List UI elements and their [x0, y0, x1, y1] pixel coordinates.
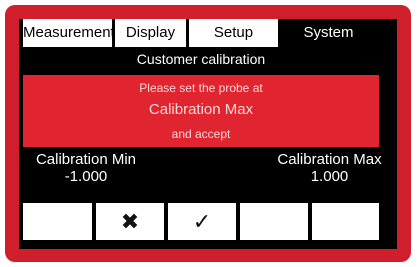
- close-icon: ✖: [120, 209, 140, 234]
- calibration-max-label: Calibration Max: [277, 151, 382, 168]
- tab-bar: Measurement Display Setup System: [23, 19, 379, 47]
- calibration-min: Calibration Min -1.000: [31, 151, 141, 185]
- instruction-line-3: and accept: [171, 127, 231, 141]
- checkmark-icon: ✓: [192, 209, 212, 234]
- tab-system[interactable]: System: [278, 19, 379, 47]
- softkey-4[interactable]: [240, 203, 308, 240]
- calibration-max: Calibration Max 1.000: [267, 151, 392, 185]
- instruction-line-2: Calibration Max: [148, 101, 254, 118]
- screen-title: Customer calibration: [136, 51, 266, 67]
- softkey-5[interactable]: [312, 203, 379, 240]
- instruction-line-1: Please set the probe at: [139, 81, 263, 95]
- device-frame: Measurement Display Setup System Custome…: [5, 5, 411, 262]
- tab-setup[interactable]: Setup: [186, 19, 278, 47]
- tab-measurement[interactable]: Measurement: [23, 19, 115, 47]
- instruction-banner: Please set the probe at Calibration Max …: [23, 75, 379, 147]
- calibration-max-value: 1.000: [310, 168, 349, 185]
- softkey-1[interactable]: [23, 203, 92, 240]
- cancel-button[interactable]: ✖: [96, 203, 164, 240]
- tab-display[interactable]: Display: [112, 19, 186, 47]
- softkey-bar: ✖ ✓: [23, 203, 379, 240]
- calibration-min-label: Calibration Min: [35, 151, 137, 168]
- accept-button[interactable]: ✓: [168, 203, 236, 240]
- calibration-min-value: -1.000: [64, 168, 108, 185]
